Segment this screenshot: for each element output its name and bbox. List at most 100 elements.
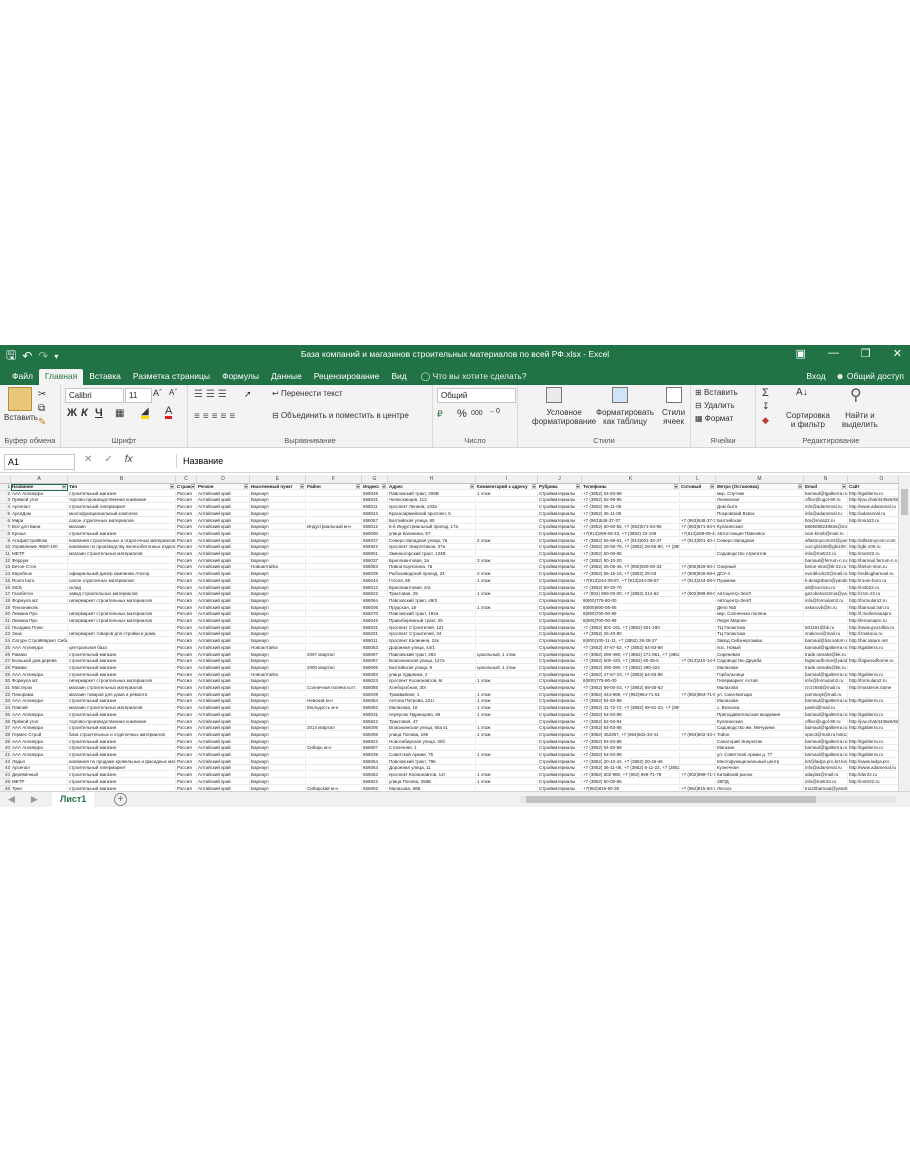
tab-insert[interactable]: Вставка: [83, 369, 127, 385]
table-cell[interactable]: [476, 517, 538, 524]
table-cell[interactable]: Новосибирская улица, 30б: [388, 738, 476, 745]
table-cell[interactable]: магазин: [68, 524, 176, 531]
table-cell[interactable]: Россия: [176, 671, 197, 678]
table-cell[interactable]: строительный магазин: [68, 651, 176, 658]
table-cell[interactable]: [680, 765, 716, 772]
find-icon[interactable]: ⚲: [850, 385, 862, 405]
table-cell[interactable]: Арсенал: [11, 504, 68, 511]
table-cell[interactable]: Китайский рынок: [716, 772, 804, 779]
table-cell[interactable]: 501191@bk.ru: [804, 624, 848, 631]
table-cell[interactable]: [476, 685, 538, 691]
table-cell[interactable]: Россия: [176, 718, 197, 725]
table-cell[interactable]: строительный магазин: [68, 671, 176, 678]
table-cell[interactable]: +7 (906)940-69-64: [680, 571, 716, 578]
table-cell[interactable]: Алтайский край: [197, 698, 250, 705]
table-cell[interactable]: Алтайский край: [197, 731, 250, 738]
table-cell[interactable]: Северо-Западная: [716, 537, 804, 544]
fill-color-icon[interactable]: ◢: [141, 407, 149, 419]
table-cell[interactable]: мкр. Солнечная поляна: [716, 611, 804, 618]
table-cell[interactable]: barnaul@tgaltierra.ru: [804, 711, 848, 718]
table-cell[interactable]: ААА Аплиерра: [11, 644, 68, 651]
table-cell[interactable]: Стройматериалы: [538, 584, 582, 591]
table-cell[interactable]: АльфаСтройКом: [11, 537, 68, 544]
table-cell[interactable]: ул. Сиха-Батыра: [716, 691, 804, 698]
table-cell[interactable]: Алтайский край: [197, 604, 250, 611]
table-cell[interactable]: +7 (3852) 25-06-45, +7 (905)929-00-33: [582, 564, 680, 571]
table-cell[interactable]: Балтийская: [716, 517, 804, 524]
table-cell[interactable]: 656011: [362, 638, 388, 645]
table-cell[interactable]: 656048: [362, 490, 388, 497]
table-cell[interactable]: spec3@mail.ru,hok12k@mail.ru: [804, 731, 848, 738]
format-as-table-icon[interactable]: [612, 387, 628, 403]
table-cell[interactable]: Преподавательская академия: [716, 711, 804, 718]
table-cell[interactable]: [680, 631, 716, 638]
table-cell[interactable]: переулок Ядринцева, 95: [388, 711, 476, 718]
table-cell[interactable]: Россия: [176, 644, 197, 651]
table-cell[interactable]: цокольный, 1 этаж: [476, 651, 538, 658]
table-cell[interactable]: Алтайский край: [197, 638, 250, 645]
table-cell[interactable]: [848, 524, 898, 531]
table-cell[interactable]: Алтайский край: [197, 584, 250, 591]
table-cell[interactable]: склад: [68, 584, 176, 591]
table-cell[interactable]: [476, 504, 538, 511]
table-cell[interactable]: +7(913)269-09-43: [680, 530, 716, 537]
table-cell[interactable]: [680, 738, 716, 745]
table-cell[interactable]: 656083: [362, 671, 388, 678]
table-cell[interactable]: Россия: [176, 544, 197, 551]
table-cell[interactable]: Барнаул: [250, 731, 306, 738]
table-cell[interactable]: Россия: [176, 551, 197, 557]
table-cell[interactable]: Завод Сибэнергомаш: [716, 638, 804, 645]
table-cell[interactable]: [306, 671, 362, 678]
table-cell[interactable]: Россия: [176, 510, 197, 517]
table-cell[interactable]: Стройматериалы: [538, 678, 582, 685]
header-cell[interactable]: Тип ▾: [68, 484, 176, 490]
table-cell[interactable]: barnaul@ferrum-n.ru: [804, 557, 848, 564]
table-cell[interactable]: 1 этаж: [476, 604, 538, 611]
table-cell[interactable]: 656000: [362, 530, 388, 537]
tell-me-search[interactable]: ◯ Что вы хотите сделать?: [421, 369, 527, 385]
table-cell[interactable]: Гоголя, 68: [388, 577, 476, 584]
table-cell[interactable]: +7 (905)929-00-33: [680, 564, 716, 571]
table-cell[interactable]: [476, 718, 538, 725]
table-cell[interactable]: официальный дилер компании Ататор: [68, 571, 176, 578]
table-cell[interactable]: info@formulam2.ru: [804, 597, 848, 604]
table-cell[interactable]: 656031: [362, 497, 388, 504]
table-cell[interactable]: Автоцентр-ЗелЛ: [716, 591, 804, 598]
table-cell[interactable]: Сибирь м-н: [306, 745, 362, 752]
table-cell[interactable]: Барнаул: [250, 497, 306, 504]
table-cell[interactable]: [476, 671, 538, 678]
table-cell[interactable]: Автостанция Павловск: [716, 530, 804, 537]
table-cell[interactable]: Алтайский край: [197, 644, 250, 651]
table-cell[interactable]: http://tgaltierra.ru: [848, 645, 898, 651]
decrease-font-icon[interactable]: Aˇ: [169, 388, 177, 397]
table-cell[interactable]: [476, 524, 538, 531]
table-cell[interactable]: 656031: [362, 624, 388, 631]
table-cell[interactable]: +7 (3852) 54-83-88: [582, 711, 680, 718]
table-cell[interactable]: +7 (3852) 452367, +7 (964)602-33-41: [582, 731, 680, 738]
table-cell[interactable]: Алтайский край: [197, 624, 250, 631]
table-cell[interactable]: Стройматериалы: [538, 718, 582, 725]
table-cell[interactable]: +7 (964)602-33-41: [680, 731, 716, 738]
table-cell[interactable]: barnaul@tgaltierra.ru: [804, 752, 848, 758]
table-cell[interactable]: znakooo@mail.ru: [804, 631, 848, 638]
column-header[interactable]: L: [680, 475, 716, 484]
table-cell[interactable]: +7 (3852) 28-55-78, +7 (3852) 28-55-80, …: [582, 544, 680, 551]
table-cell[interactable]: [680, 752, 716, 758]
table-cell[interactable]: [476, 530, 538, 537]
table-cell[interactable]: ТЦ Галактика: [716, 631, 804, 638]
autosum-icon[interactable]: Σ: [762, 387, 769, 399]
table-cell[interactable]: http://barnaul.ferrum-n.ru: [848, 558, 898, 564]
table-cell[interactable]: +7 (3852) 54-83-88: [582, 738, 680, 745]
table-cell[interactable]: [680, 618, 716, 624]
table-cell[interactable]: [306, 611, 362, 618]
table-cell[interactable]: Барнаул: [250, 510, 306, 517]
table-cell[interactable]: [476, 644, 538, 651]
table-cell[interactable]: Павловский тракт, 79в: [388, 758, 476, 765]
table-cell[interactable]: Хлеборобная, 30г: [388, 685, 476, 691]
table-cell[interactable]: Стройматериалы: [538, 618, 582, 624]
table-cell[interactable]: 656011: [362, 504, 388, 511]
filter-dropdown-icon[interactable]: ▾: [531, 484, 536, 489]
table-cell[interactable]: Россия: [176, 658, 197, 665]
table-cell[interactable]: http://masterok.name: [848, 685, 898, 691]
table-cell[interactable]: 656064: [362, 597, 388, 604]
